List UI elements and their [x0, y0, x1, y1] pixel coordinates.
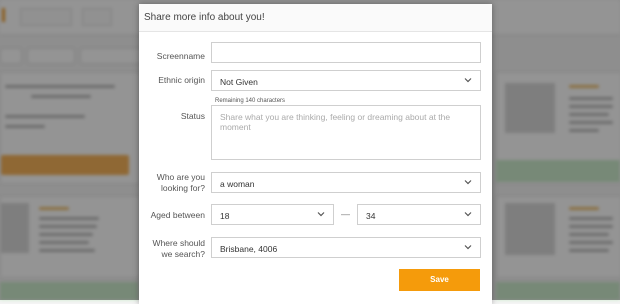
status-label: Status: [180, 111, 205, 121]
search-location-label-line2: we search?: [161, 249, 205, 259]
chevron-down-icon: [317, 210, 325, 218]
age-max-value: 34: [366, 211, 376, 221]
modal-title: Share more info about you!: [144, 12, 265, 23]
chevron-down-icon: [464, 76, 472, 84]
status-placeholder: Share what you are thinking, feeling or …: [220, 112, 451, 132]
chevron-down-icon: [464, 243, 472, 251]
ethnic-origin-label: Ethnic origin: [158, 75, 205, 85]
search-location-value: Brisbane, 4006: [220, 244, 278, 254]
looking-for-label-line1: Who are you: [156, 172, 205, 182]
ethnic-origin-select[interactable]: Not Given: [211, 70, 481, 91]
status-textarea[interactable]: Share what you are thinking, feeling or …: [211, 105, 481, 160]
looking-for-value: a woman: [220, 179, 255, 189]
search-location-label-line1: Where should: [152, 238, 205, 248]
age-min-select[interactable]: 18: [211, 204, 334, 225]
chevron-down-icon: [464, 178, 472, 186]
age-max-select[interactable]: 34: [357, 204, 481, 225]
screenname-label: Screenname: [156, 51, 205, 61]
aged-between-label: Aged between: [150, 210, 205, 220]
screenname-input[interactable]: [211, 42, 481, 63]
chevron-down-icon: [464, 210, 472, 218]
looking-for-label-line2: looking for?: [161, 183, 205, 193]
save-button[interactable]: Save: [399, 269, 480, 291]
modal-header: Share more info about you!: [139, 4, 492, 32]
ethnic-origin-value: Not Given: [220, 77, 258, 87]
status-char-counter: Remaining 140 characters: [215, 98, 286, 104]
search-location-select[interactable]: Brisbane, 4006: [211, 237, 481, 258]
looking-for-select[interactable]: a woman: [211, 172, 481, 193]
age-min-value: 18: [220, 211, 230, 221]
profile-info-modal: Share more info about you! Screenname Et…: [139, 4, 492, 304]
age-range-separator: —: [341, 209, 350, 219]
